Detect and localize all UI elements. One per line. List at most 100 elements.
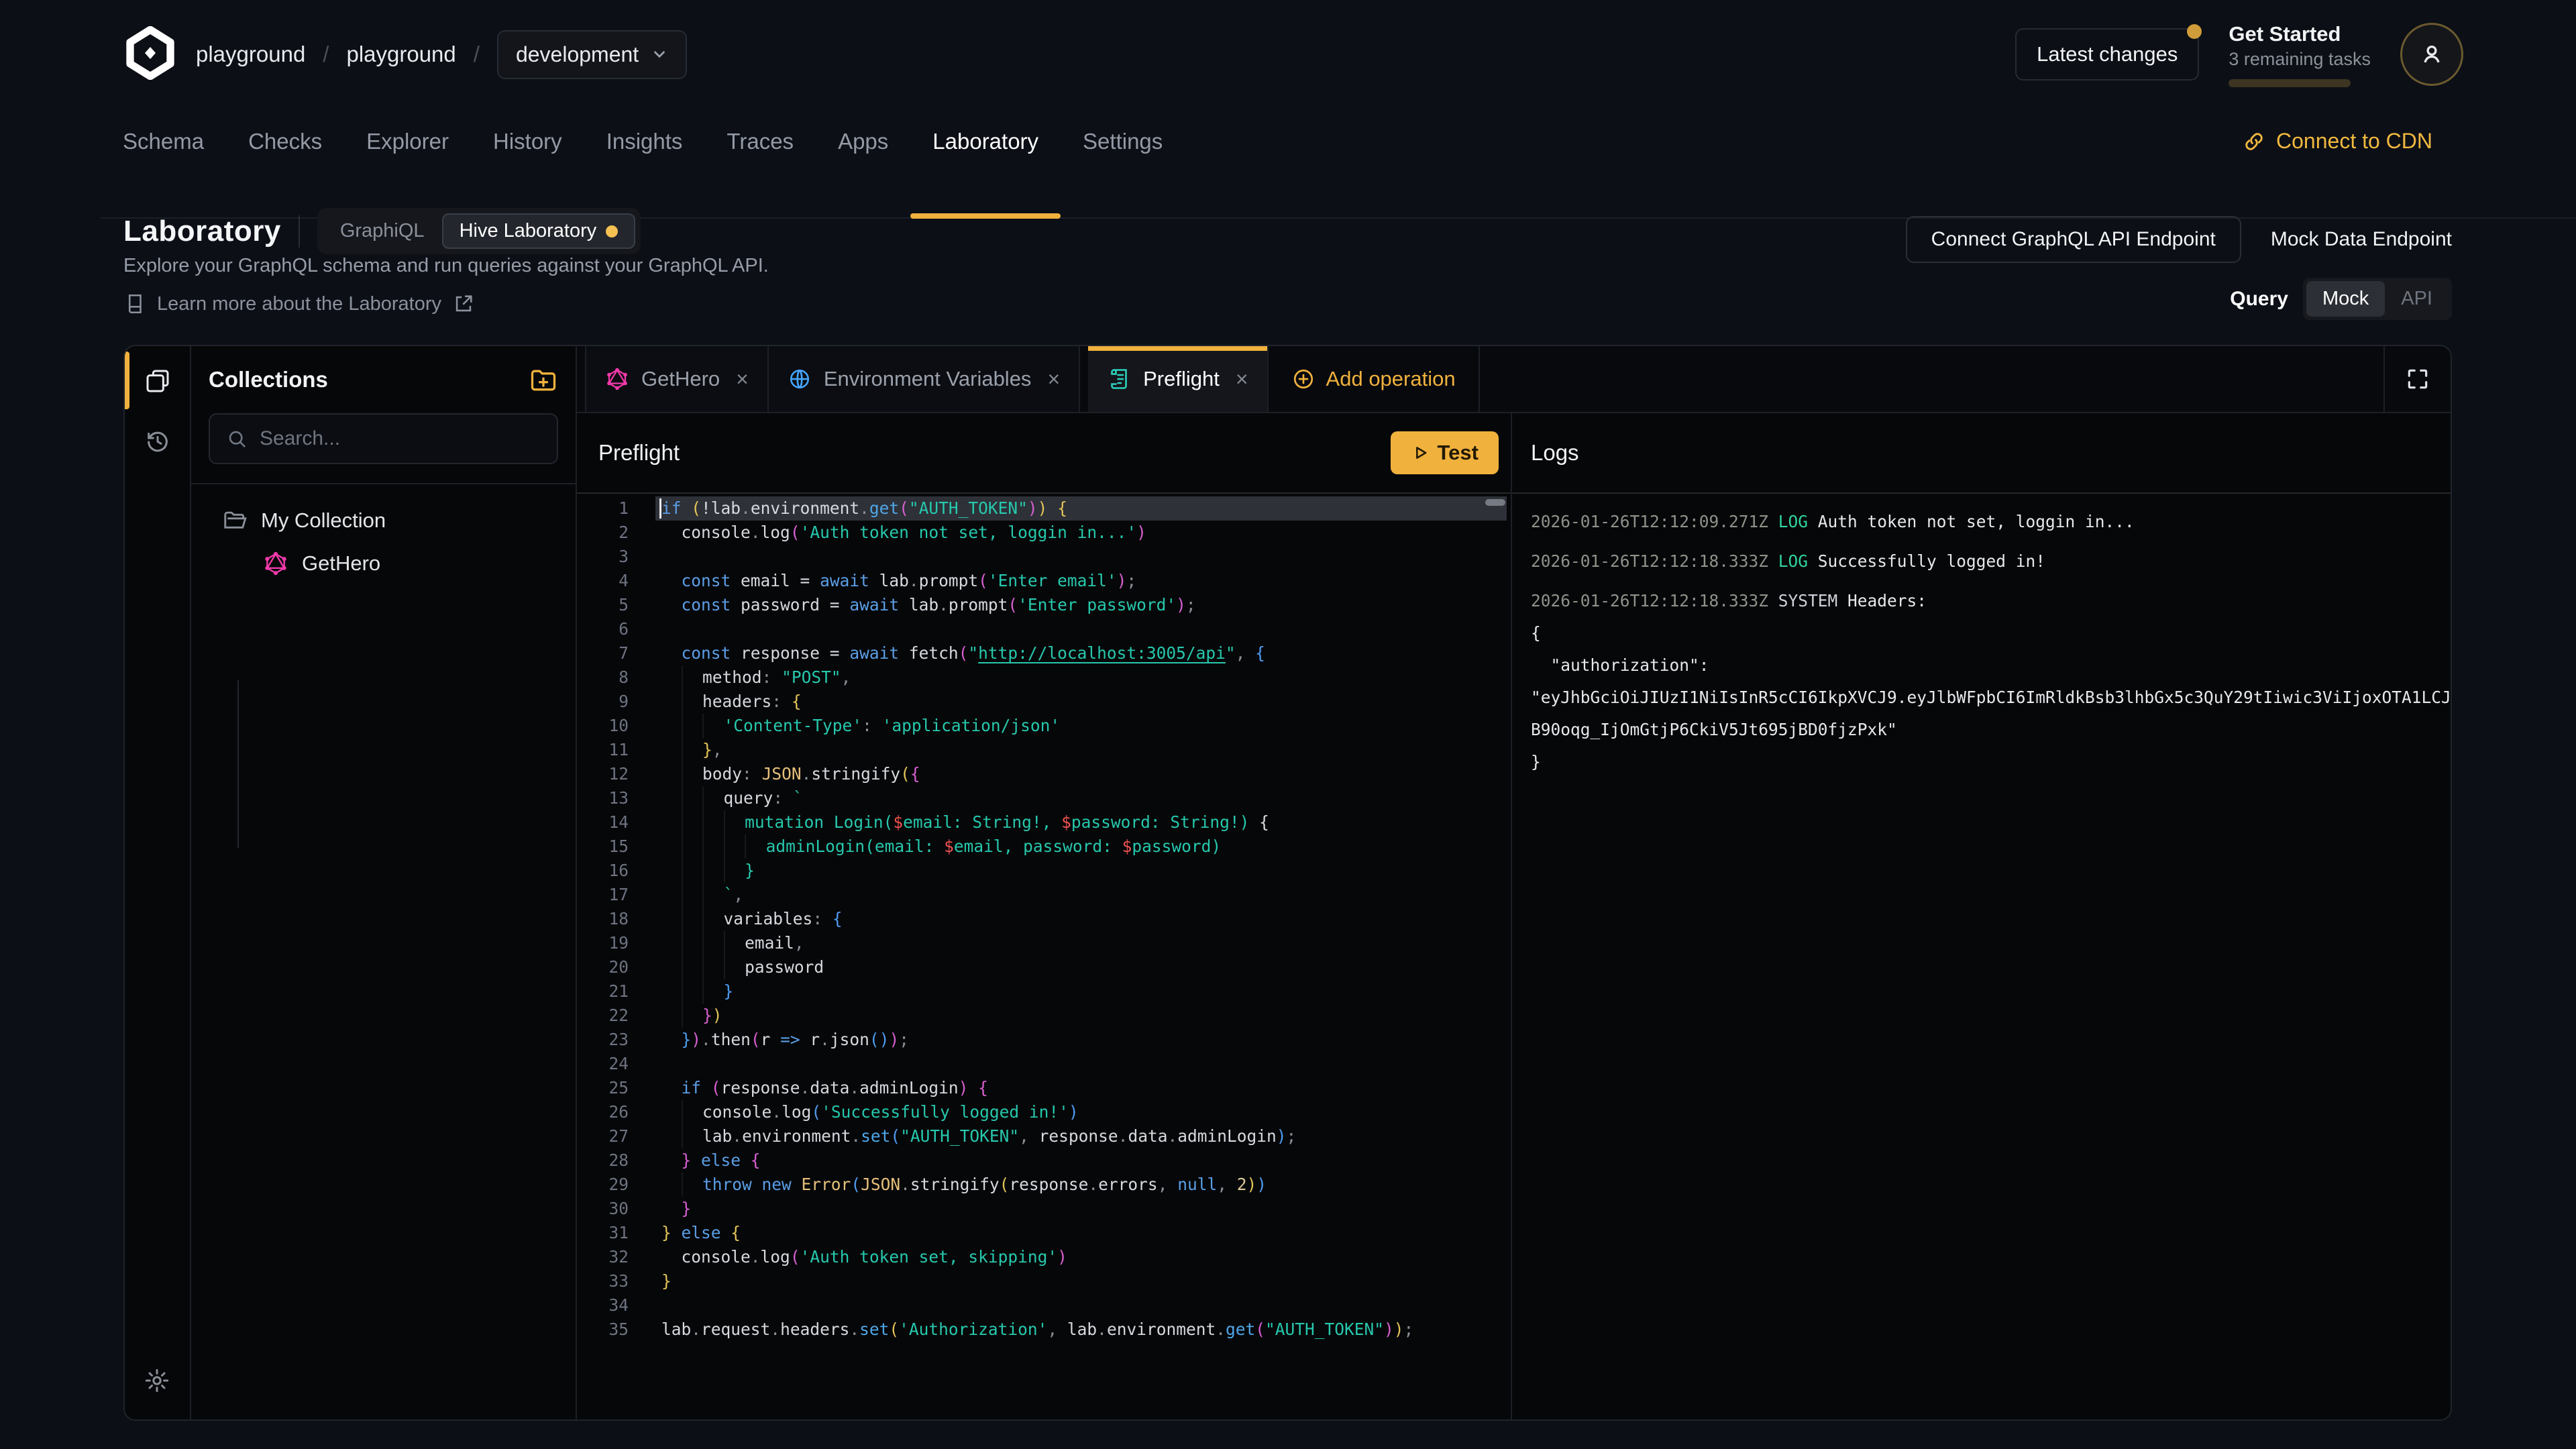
collection-operation-row[interactable]: GetHero xyxy=(222,545,576,582)
code-line[interactable]: 3 xyxy=(577,545,1511,569)
rail-active-indicator xyxy=(125,352,129,409)
close-icon[interactable]: × xyxy=(1232,367,1248,392)
code-line[interactable]: 35lab.request.headers.set('Authorization… xyxy=(577,1318,1511,1342)
globe-icon xyxy=(788,367,812,391)
code-line[interactable]: 15 adminLogin(email: $email, password: $… xyxy=(577,835,1511,859)
nav-item-history[interactable]: History xyxy=(471,114,584,217)
close-icon[interactable]: × xyxy=(1043,367,1060,392)
sidebar-rail xyxy=(125,346,191,1419)
code-line[interactable]: 16 } xyxy=(577,859,1511,883)
log-line: } xyxy=(1531,746,2451,778)
folder-plus-icon xyxy=(529,365,558,394)
toggle-option-api[interactable]: API xyxy=(2385,281,2449,317)
code-line[interactable]: 27 lab.environment.set("AUTH_TOKEN", res… xyxy=(577,1124,1511,1148)
history-icon xyxy=(144,428,171,455)
nav-item-explorer[interactable]: Explorer xyxy=(344,114,471,217)
add-operation-button[interactable]: Add operation xyxy=(1269,346,1480,412)
toggle-option-graphiql[interactable]: GraphiQL xyxy=(323,213,442,249)
close-icon[interactable]: × xyxy=(732,367,749,392)
code-line[interactable]: 18 variables: { xyxy=(577,907,1511,931)
tab-environment-variables[interactable]: Environment Variables× xyxy=(769,346,1080,412)
code-line[interactable]: 1if (!lab.environment.get("AUTH_TOKEN"))… xyxy=(577,496,1511,521)
code-line[interactable]: 12 body: JSON.stringify({ xyxy=(577,762,1511,786)
code-line[interactable]: 8 method: "POST", xyxy=(577,665,1511,690)
code-line[interactable]: 20 password xyxy=(577,955,1511,979)
code-line[interactable]: 28 } else { xyxy=(577,1148,1511,1173)
user-avatar[interactable] xyxy=(2400,23,2463,86)
breadcrumb-org[interactable]: playground xyxy=(196,42,305,67)
connect-cdn-link[interactable]: Connect to CDN xyxy=(2243,129,2432,154)
code-line[interactable]: 22 }) xyxy=(577,1004,1511,1028)
code-line[interactable]: 29 throw new Error(JSON.stringify(respon… xyxy=(577,1173,1511,1197)
toggle-option-mock[interactable]: Mock xyxy=(2306,281,2385,317)
code-text: mutation Login($email: String!, $passwor… xyxy=(655,810,1507,835)
code-line[interactable]: 14 mutation Login($email: String!, $pass… xyxy=(577,810,1511,835)
get-started-progress xyxy=(2229,79,2351,87)
nav-item-apps[interactable]: Apps xyxy=(816,114,910,217)
page-title: Laboratory xyxy=(123,215,281,248)
code-line[interactable]: 11 }, xyxy=(577,738,1511,762)
code-text xyxy=(655,617,1507,641)
tab-preflight[interactable]: Preflight× xyxy=(1088,346,1268,412)
play-icon xyxy=(1411,443,1430,462)
test-button[interactable]: Test xyxy=(1391,431,1499,474)
book-icon xyxy=(123,292,146,315)
settings-rail-button[interactable] xyxy=(138,1362,176,1399)
code-text: throw new Error(JSON.stringify(response.… xyxy=(655,1173,1507,1197)
new-collection-button[interactable] xyxy=(529,365,558,394)
collection-folder-row[interactable]: My Collection xyxy=(222,502,576,539)
code-line[interactable]: 31} else { xyxy=(577,1221,1511,1245)
code-line[interactable]: 2 console.log('Auth token not set, loggi… xyxy=(577,521,1511,545)
breadcrumb-project[interactable]: playground xyxy=(346,42,455,67)
mock-data-endpoint-button[interactable]: Mock Data Endpoint xyxy=(2271,228,2452,251)
line-number: 33 xyxy=(577,1269,629,1293)
code-line[interactable]: 9 headers: { xyxy=(577,690,1511,714)
nav-item-schema[interactable]: Schema xyxy=(101,114,226,217)
code-line[interactable]: 32 console.log('Auth token set, skipping… xyxy=(577,1245,1511,1269)
line-number: 17 xyxy=(577,883,629,907)
active-dot xyxy=(606,225,618,237)
code-line[interactable]: 34 xyxy=(577,1293,1511,1318)
hive-logo-icon xyxy=(123,26,177,83)
code-line[interactable]: 33} xyxy=(577,1269,1511,1293)
code-line[interactable]: 4 const email = await lab.prompt('Enter … xyxy=(577,569,1511,593)
code-line[interactable]: 5 const password = await lab.prompt('Ent… xyxy=(577,593,1511,617)
editor-scrollbar-thumb[interactable] xyxy=(1485,499,1505,506)
target-select[interactable]: development xyxy=(497,30,687,79)
log-line: 2026-01-26T12:12:09.271Z LOG Auth token … xyxy=(1531,506,2451,538)
code-line[interactable]: 19 email, xyxy=(577,931,1511,955)
get-started-widget[interactable]: Get Started 3 remaining tasks xyxy=(2229,22,2371,87)
toggle-option-hive-laboratory[interactable]: Hive Laboratory xyxy=(442,213,636,249)
nav-item-checks[interactable]: Checks xyxy=(226,114,344,217)
code-line[interactable]: 26 console.log('Successfully logged in!'… xyxy=(577,1100,1511,1124)
nav-item-traces[interactable]: Traces xyxy=(704,114,816,217)
connect-graphql-endpoint-button[interactable]: Connect GraphQL API Endpoint xyxy=(1906,216,2241,263)
code-text: lab.request.headers.set('Authorization',… xyxy=(655,1318,1507,1342)
code-line[interactable]: 25 if (response.data.adminLogin) { xyxy=(577,1076,1511,1100)
code-line[interactable]: 23 }).then(r => r.json()); xyxy=(577,1028,1511,1052)
nav-item-insights[interactable]: Insights xyxy=(584,114,705,217)
nav-item-laboratory[interactable]: Laboratory xyxy=(910,114,1061,217)
code-line[interactable]: 21 } xyxy=(577,979,1511,1004)
code-line[interactable]: 10 'Content-Type': 'application/json' xyxy=(577,714,1511,738)
learn-more-link[interactable]: Learn more about the Laboratory xyxy=(123,292,475,315)
tab-gethero[interactable]: GetHero× xyxy=(585,346,769,412)
code-line[interactable]: 30 } xyxy=(577,1197,1511,1221)
code-text: }) xyxy=(655,1004,1507,1028)
latest-changes-button[interactable]: Latest changes xyxy=(2015,28,2199,80)
code-line[interactable]: 13 query: ` xyxy=(577,786,1511,810)
code-line[interactable]: 6 xyxy=(577,617,1511,641)
line-number: 25 xyxy=(577,1076,629,1100)
collections-rail-button[interactable] xyxy=(139,362,176,400)
code-line[interactable]: 24 xyxy=(577,1052,1511,1076)
fullscreen-button[interactable] xyxy=(2383,346,2451,412)
line-number: 13 xyxy=(577,786,629,810)
page: playground / playground / development La… xyxy=(0,0,2576,1449)
code-line[interactable]: 17 `, xyxy=(577,883,1511,907)
search-input[interactable] xyxy=(260,427,541,450)
nav-item-settings[interactable]: Settings xyxy=(1061,114,1185,217)
history-rail-button[interactable] xyxy=(139,423,176,460)
code-editor[interactable]: 1if (!lab.environment.get("AUTH_TOKEN"))… xyxy=(577,494,1511,1342)
code-line[interactable]: 7 const response = await fetch("http://l… xyxy=(577,641,1511,665)
editor-title: Preflight xyxy=(598,440,680,466)
